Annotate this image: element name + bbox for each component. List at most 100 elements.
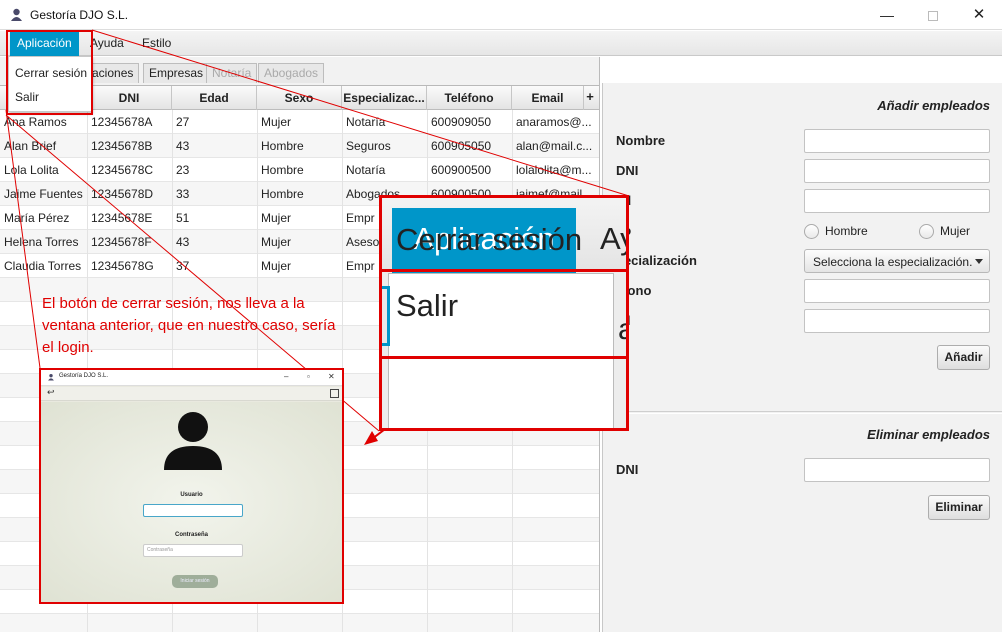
employee-forms-panel: Añadir empleados Nombre DNI ad xo Hombre… [602,83,1002,632]
radio-circle-icon[interactable] [804,224,819,239]
table-cell: 51 [176,211,190,225]
close-icon: ✕ [328,372,335,381]
table-cell: 37 [176,259,190,273]
radio-hombre-label: Hombre [825,224,868,238]
login-body: Usuario Contraseña Contraseña Iniciar se… [41,402,342,602]
table-cell: Hombre [261,187,304,201]
table-row[interactable]: Lola Lolita 12345678C 23 Hombre Notaría 60090… [0,158,599,182]
table-cell: María Pérez [4,211,70,225]
contrasena-placeholder: Contraseña [147,547,173,553]
nombre-label: Nombre [616,133,666,148]
usuario-label: Usuario [180,492,203,498]
table-cell: Mujer [261,211,292,225]
table-cell: Hombre [261,163,304,177]
usuario-input [143,504,243,517]
especializacion-select[interactable]: Selecciona la especialización. [804,249,990,273]
table-cell: Hombre [261,139,304,153]
maximize-icon: ▫ [307,372,310,381]
add-employees-title: Añadir empleados [877,98,990,113]
delete-employees-title: Eliminar empleados [867,427,990,442]
iniciar-sesion-button: Iniciar sesión [172,575,218,588]
section-divider [603,411,1002,414]
user-avatar-icon [164,412,222,470]
table-cell: 12345678C [91,163,154,177]
tab-aciones[interactable]: aciones [86,63,140,83]
back-arrow-icon: ↩ [47,387,55,397]
table-cell: Claudia Torres [4,259,82,273]
table-cell: alan@mail.c... [516,139,593,153]
maximize-icon [928,11,938,22]
window-title: Gestoría DJO S.L. [30,8,129,22]
annotation-note: El botón de cerrar sesión, nos lleva a l… [42,295,336,356]
table-row-background [0,614,599,632]
column-header-sexo[interactable]: Sexo [257,86,342,110]
especializacion-select-value: Selecciona la especialización. [813,255,973,269]
column-header-email[interactable]: Email [512,86,584,110]
add-button[interactable]: Añadir [937,345,990,370]
radio-mujer-label: Mujer [940,224,971,238]
zoom-cerrar-sesion: Cerrar sesión [396,222,583,257]
menu-highlight-box [6,30,93,115]
table-cell: 23 [176,163,190,177]
tab-abogados: Abogados [258,63,325,83]
maximize-button[interactable] [910,0,956,30]
chevron-down-icon [975,259,983,264]
tab-notaria: Notaría [206,63,258,83]
table-cell: 600900500 [431,163,492,177]
exit-icon [330,389,339,398]
table-cell: 43 [176,235,190,249]
menu-estilo[interactable]: Estilo [135,31,178,56]
table-cell: 12345678G [91,259,154,273]
zoom-highlight-box [382,269,626,359]
table-cell: 12345678A [91,115,153,129]
table-cell: Seguros [346,139,391,153]
delete-button[interactable]: Eliminar [928,495,990,520]
menu-bar: Aplicación Ayuda Estilo [0,31,1002,56]
table-cell: lolalolita@m... [516,163,592,177]
dni-input[interactable] [804,159,990,183]
table-cell: Mujer [261,115,292,129]
table-cell: Alan Brief [4,139,57,153]
table-cell: 33 [176,187,190,201]
column-header-especializacion[interactable]: Especializac... [342,86,427,110]
login-window-title: Gestoría DJO S.L. [59,373,109,379]
table-cell: 12345678E [91,211,153,225]
table-cell: 600909050 [431,115,492,129]
contrasena-label: Contraseña [174,532,208,538]
table-cell: Notaría [346,163,386,177]
table-cell: anaramos@... [516,115,592,129]
login-title-bar: Gestoría DJO S.L. – ▫ ✕ [41,370,342,386]
telefono-input[interactable] [804,279,990,303]
table-cell: 12345678D [91,187,154,201]
column-header-edad[interactable]: Edad [172,86,257,110]
login-toolbar: ↩ [41,387,342,401]
zoomed-menu-callout: Aplicación Ay a Cerrar sesión Salir [379,195,629,431]
delete-dni-input[interactable] [804,458,990,482]
table-cell: Lola Lolita [4,163,59,177]
edad-input[interactable] [804,189,990,213]
app-logo-icon [48,373,54,381]
table-cell: 43 [176,139,190,153]
table-cell: Jaime Fuentes [4,187,83,201]
table-cell: 600905050 [431,139,492,153]
email-input[interactable] [804,309,990,333]
minimize-icon: – [284,372,289,381]
table-row[interactable]: Alan Brief 12345678B 43 Hombre Seguros 600905… [0,134,599,158]
delete-dni-label: DNI [616,462,639,477]
minimize-button[interactable]: — [864,0,910,30]
table-cell: Helena Torres [4,235,79,249]
radio-circle-icon[interactable] [919,224,934,239]
table-cell: Mujer [261,235,292,249]
table-cell: 27 [176,115,190,129]
table-cell: 12345678B [91,139,153,153]
nombre-input[interactable] [804,129,990,153]
column-header-dni[interactable]: DNI [87,86,172,110]
table-cell: Notaría [346,115,386,129]
contrasena-input: Contraseña [143,544,243,557]
close-button[interactable]: ✕ [956,0,1002,30]
column-header-telefono[interactable]: Teléfono [427,86,512,110]
tab-empresas[interactable]: Empresas [143,63,210,83]
add-column-button[interactable]: + [583,86,597,110]
table-cell: 12345678F [91,235,152,249]
table-cell: Mujer [261,259,292,273]
